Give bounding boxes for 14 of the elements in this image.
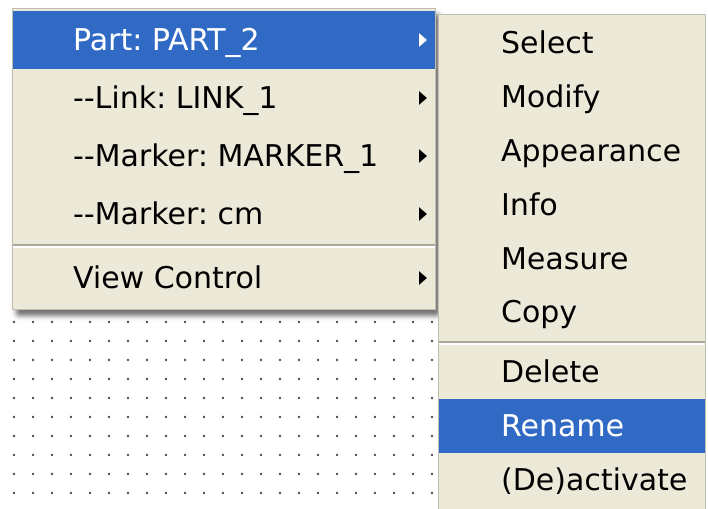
menu-item[interactable]: --Marker: MARKER_1 xyxy=(13,127,435,185)
menu-item[interactable]: Part: PART_2 xyxy=(13,11,435,69)
menu-item[interactable]: Copy xyxy=(439,286,705,340)
menu-item[interactable]: Modify xyxy=(439,70,705,125)
menu-item[interactable]: Info xyxy=(439,178,705,232)
menu-item[interactable]: (De)activate xyxy=(439,453,705,508)
menu-item[interactable]: --Link: LINK_1 xyxy=(13,69,435,127)
menu-item[interactable]: Rename xyxy=(439,399,705,454)
menu-item[interactable]: Appearance xyxy=(439,124,705,178)
menu-item[interactable]: View Control xyxy=(13,249,435,307)
menu-item[interactable]: Delete xyxy=(439,346,705,400)
menu-item[interactable]: Measure xyxy=(439,232,705,286)
menu-item[interactable]: Select xyxy=(439,17,705,71)
menu-item[interactable]: --Marker: cm xyxy=(13,185,435,243)
